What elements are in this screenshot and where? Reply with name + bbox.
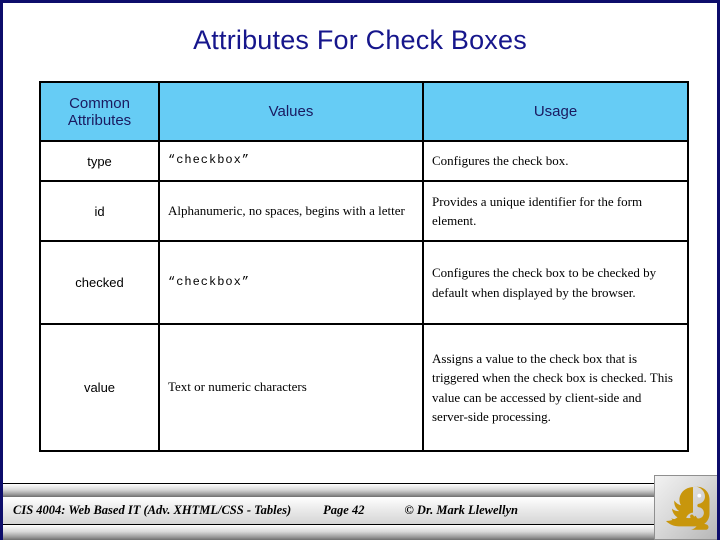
cell-attribute-values: “checkbox” bbox=[158, 140, 424, 182]
column-header-line2: Attributes bbox=[67, 111, 132, 129]
cell-attribute-usage: Configures the check box to be checked b… bbox=[422, 240, 689, 325]
cell-attribute-usage: Configures the check box. bbox=[422, 140, 689, 182]
cell-attribute-usage: Provides a unique identifier for the for… bbox=[422, 180, 689, 242]
footer-divider-bottom bbox=[3, 525, 717, 540]
footer-course-label: CIS 4004: Web Based IT (Adv. XHTML/CSS -… bbox=[13, 503, 292, 517]
cell-attribute-name: checked bbox=[39, 240, 160, 325]
cell-attribute-name: id bbox=[39, 180, 160, 242]
footer-text-band: CIS 4004: Web Based IT (Adv. XHTML/CSS -… bbox=[3, 497, 717, 525]
cell-attribute-values: Text or numeric characters bbox=[158, 323, 424, 452]
table-row: checked “checkbox” Configures the check … bbox=[39, 240, 689, 325]
table-header-row: Common Attributes Values Usage bbox=[39, 81, 689, 142]
column-header-usage: Usage bbox=[422, 81, 689, 142]
pegasus-logo-box bbox=[654, 475, 717, 540]
table-row: value Text or numeric characters Assigns… bbox=[39, 323, 689, 452]
footer-divider-top bbox=[3, 483, 717, 498]
cell-attribute-values: “checkbox” bbox=[158, 240, 424, 325]
column-header-values: Values bbox=[158, 81, 424, 142]
table-row: id Alphanumeric, no spaces, begins with … bbox=[39, 180, 689, 242]
pegasus-logo-icon bbox=[664, 483, 710, 533]
table-row: type “checkbox” Configures the check box… bbox=[39, 140, 689, 182]
page-title: Attributes For Check Boxes bbox=[193, 25, 527, 55]
footer-copyright: © Dr. Mark Llewellyn bbox=[404, 503, 518, 517]
cell-attribute-usage: Assigns a value to the check box that is… bbox=[422, 323, 689, 452]
cell-attribute-name: value bbox=[39, 323, 160, 452]
presentation-slide: Attributes For Check Boxes Common Attrib… bbox=[0, 0, 720, 540]
attributes-table: Common Attributes Values Usage type “che… bbox=[39, 81, 689, 452]
column-header-common-attributes: Common Attributes bbox=[39, 81, 160, 142]
column-header-line1: Common bbox=[69, 94, 130, 112]
cell-attribute-name: type bbox=[39, 140, 160, 182]
cell-attribute-values: Alphanumeric, no spaces, begins with a l… bbox=[158, 180, 424, 242]
footer-page-number: Page 42 bbox=[323, 503, 365, 517]
slide-footer: CIS 4004: Web Based IT (Adv. XHTML/CSS -… bbox=[3, 475, 717, 540]
